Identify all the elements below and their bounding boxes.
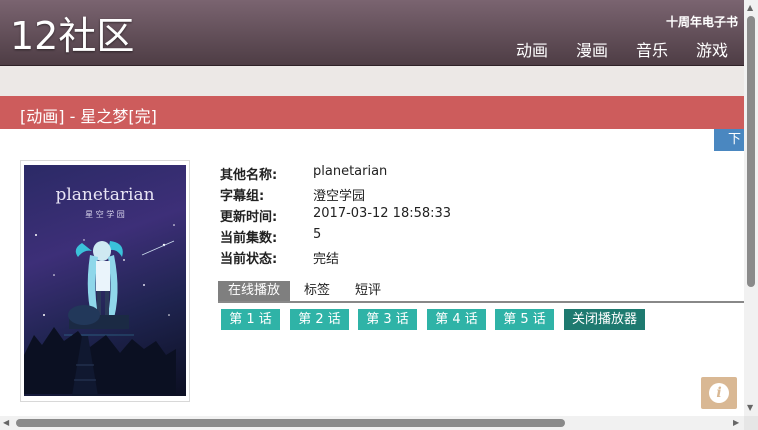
scroll-down-arrow-icon[interactable]: ▼ — [747, 404, 753, 412]
page-title: [动画] - 星之梦[完] — [20, 107, 157, 126]
cover-image-frame: planetarian 星 空 学 园 — [20, 160, 190, 402]
vertical-scrollbar[interactable]: ▲ ▼ — [744, 0, 758, 416]
info-icon: i — [709, 383, 729, 403]
download-button[interactable]: 下 — [714, 129, 744, 151]
info-label: 字幕组: — [220, 189, 265, 204]
nav-item-manga[interactable]: 漫画 — [576, 37, 608, 61]
info-value: 5 — [313, 227, 322, 242]
cover-subtitle: 星 空 学 园 — [85, 210, 125, 219]
cover-title: planetarian — [55, 185, 155, 205]
episode-button-5[interactable]: 第 5 话 — [495, 309, 554, 330]
scroll-up-arrow-icon[interactable]: ▲ — [747, 4, 753, 12]
anniversary-ebook-link[interactable]: 十周年电子书 — [666, 13, 738, 30]
page-title-bar: [动画] - 星之梦[完] — [0, 96, 744, 129]
nav-item-games[interactable]: 游戏 — [696, 37, 728, 61]
info-label: 当前集数: — [220, 231, 278, 246]
scrollbar-corner — [744, 416, 758, 430]
horizontal-scrollbar[interactable]: ◀ ▶ — [0, 416, 744, 430]
info-label: 其他名称: — [220, 168, 278, 183]
scroll-left-arrow-icon[interactable]: ◀ — [3, 419, 9, 427]
nav-item-music[interactable]: 音乐 — [636, 37, 668, 61]
episode-button-4[interactable]: 第 4 话 — [427, 309, 486, 330]
nav-item-anime[interactable]: 动画 — [516, 37, 548, 61]
info-button[interactable]: i — [701, 377, 737, 409]
content-tabs: 在线播放 标签 短评 — [218, 281, 744, 303]
vertical-scroll-thumb[interactable] — [747, 16, 755, 287]
info-value: 澄空学园 — [313, 189, 366, 204]
tab-tags[interactable]: 标签 — [304, 281, 330, 301]
info-label: 更新时间: — [220, 210, 278, 225]
subheader-band — [0, 66, 744, 96]
cover-image: planetarian 星 空 学 园 — [24, 165, 186, 396]
tab-online-play[interactable]: 在线播放 — [218, 281, 291, 301]
site-header: 12社区 十周年电子书 动画 漫画 音乐 游戏 — [0, 0, 744, 66]
tab-comments[interactable]: 短评 — [355, 281, 381, 301]
info-value: planetarian — [313, 164, 388, 179]
site-logo[interactable]: 12社区 — [10, 14, 134, 58]
episode-button-2[interactable]: 第 2 话 — [290, 309, 349, 330]
info-label: 当前状态: — [220, 252, 278, 267]
scroll-right-arrow-icon[interactable]: ▶ — [733, 419, 739, 427]
horizontal-scroll-thumb[interactable] — [16, 419, 565, 427]
info-value: 2017-03-12 18:58:33 — [313, 206, 452, 221]
episode-button-3[interactable]: 第 3 话 — [358, 309, 417, 330]
close-player-button[interactable]: 关闭播放器 — [564, 309, 645, 330]
info-value: 完结 — [313, 252, 340, 267]
episode-button-1[interactable]: 第 1 话 — [221, 309, 280, 330]
